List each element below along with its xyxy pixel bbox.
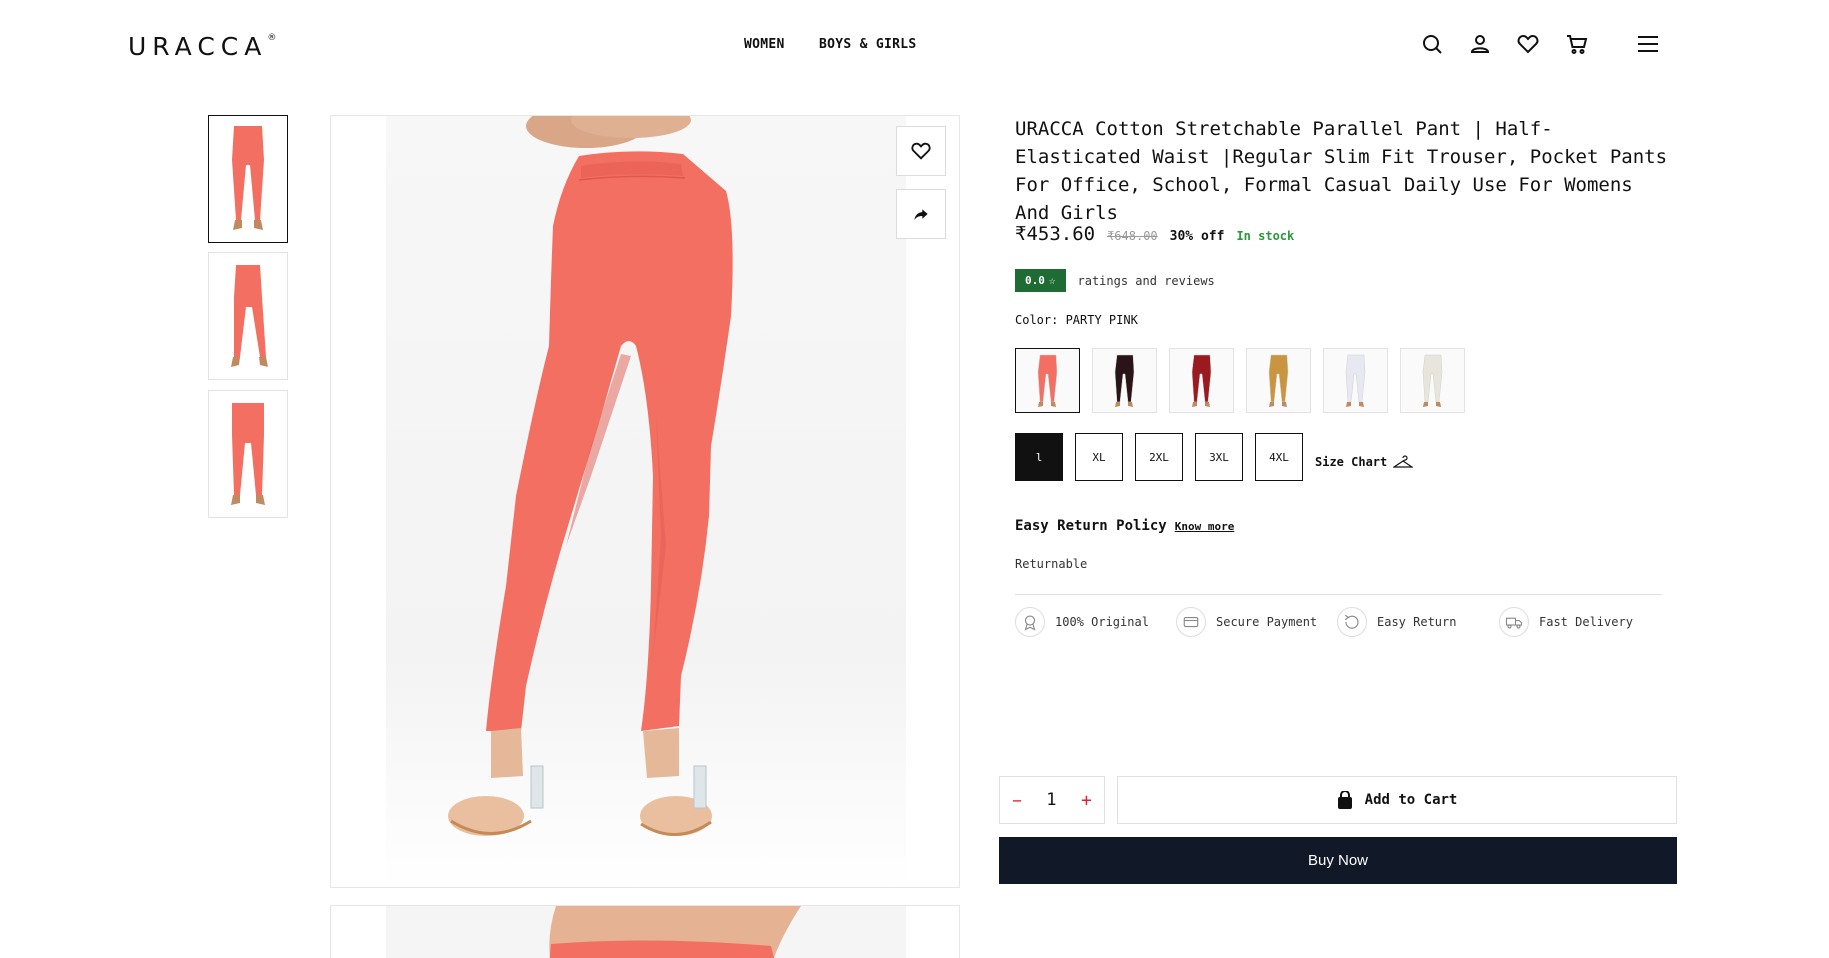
color-swatch-5[interactable]: [1323, 348, 1388, 413]
selling-price: ₹453.60: [1015, 223, 1096, 245]
swatch-pants-image: [1114, 354, 1134, 407]
quantity-stepper[interactable]: − 1 +: [999, 776, 1105, 824]
main-product-image[interactable]: [330, 115, 960, 888]
pants-thumbnail-image: [231, 403, 265, 505]
swatch-pants-image: [1345, 354, 1365, 407]
size-option-xl[interactable]: XL: [1075, 433, 1123, 481]
brand-logo[interactable]: URACCA®: [128, 32, 276, 61]
swatch-pants-image: [1191, 354, 1211, 407]
rating-badge[interactable]: 0.0 ☆: [1015, 269, 1066, 292]
secondary-product-image[interactable]: [330, 905, 960, 958]
color-swatch-6[interactable]: [1400, 348, 1465, 413]
heart-icon[interactable]: [1516, 32, 1540, 56]
returnable-text: Returnable: [1015, 557, 1088, 571]
pants-thumbnail-image: [231, 265, 268, 367]
rating-row: 0.0 ☆ ratings and reviews: [1015, 269, 1215, 292]
truck-icon: [1505, 617, 1523, 629]
pants-thumbnail-image: [232, 126, 264, 230]
swatch-pants-image: [1037, 354, 1057, 407]
nav-boys-girls[interactable]: BOYS & GIRLS: [819, 37, 917, 52]
color-swatch-3[interactable]: [1169, 348, 1234, 413]
pants-image-2: [386, 906, 906, 958]
feature-secure-payment: Secure Payment: [1176, 607, 1317, 637]
hanger-icon: [1393, 455, 1414, 468]
ratings-reviews-text: ratings and reviews: [1077, 273, 1215, 288]
know-more-link[interactable]: Know more: [1175, 520, 1235, 533]
divider: [1015, 594, 1662, 595]
return-icon: [1344, 614, 1359, 629]
discount-label: 30% off: [1169, 229, 1225, 244]
card-icon: [1183, 616, 1199, 628]
size-option-l[interactable]: l: [1015, 433, 1063, 481]
feature-original: 100% Original: [1015, 607, 1149, 637]
thumbnail-1[interactable]: [208, 115, 288, 243]
size-option-3xl[interactable]: 3XL: [1195, 433, 1243, 481]
buy-now-button[interactable]: Buy Now: [999, 837, 1677, 884]
thumbnail-2[interactable]: [208, 252, 288, 380]
cart-icon[interactable]: [1565, 32, 1589, 56]
user-icon[interactable]: [1468, 32, 1492, 56]
size-option-4xl[interactable]: 4XL: [1255, 433, 1303, 481]
color-label: Color: PARTY PINK: [1015, 313, 1138, 327]
nav-women[interactable]: WOMEN: [744, 37, 785, 52]
search-icon[interactable]: [1420, 32, 1444, 56]
color-swatch-4[interactable]: [1246, 348, 1311, 413]
color-swatch-2[interactable]: [1092, 348, 1157, 413]
share-arrow-icon: [914, 209, 928, 220]
wishlist-button[interactable]: [896, 126, 946, 176]
quantity-value: 1: [1046, 790, 1057, 810]
menu-icon[interactable]: [1636, 32, 1660, 56]
product-title: URACCA Cotton Stretchable Parallel Pant …: [1015, 118, 1668, 224]
badge-icon: [1024, 615, 1036, 631]
quantity-decrease-button[interactable]: −: [1012, 791, 1022, 810]
bag-icon: [1337, 791, 1352, 809]
share-button[interactable]: [896, 189, 946, 239]
color-swatch-1[interactable]: [1015, 348, 1080, 413]
pants-image: [448, 116, 733, 836]
size-chart-link[interactable]: Size Chart: [1315, 455, 1414, 469]
size-option-2xl[interactable]: 2XL: [1135, 433, 1183, 481]
original-price: ₹648.00: [1107, 229, 1158, 243]
add-to-cart-button[interactable]: Add to Cart: [1117, 776, 1677, 824]
stock-status: In stock: [1236, 229, 1295, 243]
star-icon: ☆: [1048, 274, 1056, 287]
quantity-increase-button[interactable]: +: [1081, 790, 1092, 811]
swatch-pants-image: [1422, 354, 1442, 407]
swatch-pants-image: [1268, 354, 1288, 407]
feature-fast-delivery: Fast Delivery: [1499, 607, 1633, 637]
price-row: ₹453.60 ₹648.00 30% off In stock: [1015, 223, 1294, 245]
heart-icon: [911, 142, 931, 160]
feature-easy-return: Easy Return: [1337, 607, 1456, 637]
return-policy: Easy Return Policy Know more: [1015, 518, 1235, 534]
thumbnail-3[interactable]: [208, 390, 288, 518]
